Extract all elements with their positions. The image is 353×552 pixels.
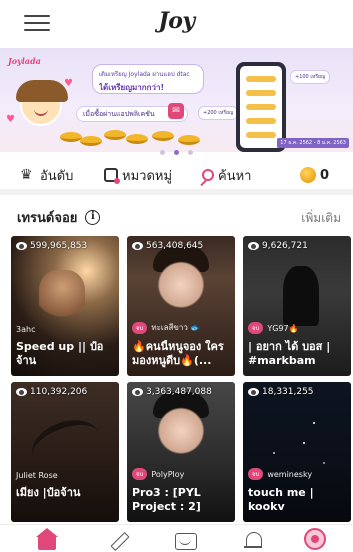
app-logo: Joy xyxy=(158,8,195,34)
coin-count: 0 xyxy=(320,167,330,183)
story-title: touch me | kookv xyxy=(248,486,314,513)
author-name: จบ ทะเลสีขาว 🐟 xyxy=(132,321,200,334)
story-card[interactable]: 9,626,721 จบ YG97🔥 | อยาก ได้ บอส | #mark… xyxy=(243,236,351,376)
cover-image xyxy=(303,442,305,444)
home-icon[interactable] xyxy=(36,528,60,550)
mascot-image xyxy=(16,80,68,126)
author-name: 3ahc xyxy=(16,325,36,334)
author-name: จบ YG97🔥 xyxy=(248,322,299,334)
coin-icon xyxy=(300,167,316,183)
cover-image xyxy=(25,411,107,479)
profile-icon[interactable] xyxy=(304,528,326,550)
eye-icon xyxy=(132,242,143,250)
eye-icon xyxy=(16,242,27,250)
heart-icon: ♥ xyxy=(64,78,73,89)
view-count: 3,363,487,088 xyxy=(132,387,212,397)
info-icon[interactable]: i xyxy=(85,210,101,225)
coin-balance[interactable]: 0 xyxy=(300,164,329,186)
story-title: Pro3 : [PYL Project : 2] Frau... xyxy=(132,486,201,516)
story-title: Speed up || ป๋อ จ้าน xyxy=(16,340,104,367)
eye-icon xyxy=(248,242,259,250)
heart-icon: ♥ xyxy=(6,114,15,125)
cover-image xyxy=(283,266,319,326)
category-label: หมวดหมู่ xyxy=(122,168,173,184)
app-header: Joy xyxy=(0,0,353,44)
trophy-icon: ♛ xyxy=(20,167,33,183)
category-icon xyxy=(104,168,120,184)
story-card[interactable]: 3,363,487,088 จบ PolyPloy Pro3 : [PYL Pro… xyxy=(127,382,235,522)
completed-tag: จบ xyxy=(248,468,264,480)
eye-icon xyxy=(248,388,259,396)
banner-line1: เติมเหรียญ Joylada ผ่านแอป dtac xyxy=(99,71,190,78)
search-button[interactable]: ค้นหา xyxy=(202,164,251,186)
banner-badge-200: +200 เหรียญ xyxy=(198,106,239,120)
author-name: จบ weminesky xyxy=(248,468,312,480)
eye-icon xyxy=(16,388,27,396)
search-icon xyxy=(202,169,214,181)
banner-brand: Joylada xyxy=(8,56,41,66)
view-count: 18,331,255 xyxy=(248,387,314,397)
banner-bubble: เติมเหรียญ Joylada ผ่านแอป dtac ได้เหรีย… xyxy=(92,64,204,94)
story-card[interactable]: 563,408,645 จบ ทะเลสีขาว 🐟 🔥คนนี้หนูจอง ใ… xyxy=(127,236,235,376)
story-card[interactable]: 110,392,206 Juliet Rose เมียง |ป๋อจ้าน xyxy=(11,382,119,522)
promo-banner[interactable]: Joylada ♥ ♥ เติมเหรียญ Joylada ผ่านแอป d… xyxy=(0,48,353,152)
view-count: 110,392,206 xyxy=(16,387,87,397)
cover-image xyxy=(157,400,205,456)
completed-tag: จบ xyxy=(248,322,264,334)
view-count: 599,965,853 xyxy=(16,241,87,251)
inbox-icon[interactable] xyxy=(174,530,198,550)
bottom-nav xyxy=(0,524,353,552)
cover-image xyxy=(157,254,205,310)
author-name: จบ PolyPloy xyxy=(132,468,184,480)
search-label: ค้นหา xyxy=(218,168,252,184)
category-button[interactable]: หมวดหมู่ xyxy=(104,164,172,186)
completed-tag: จบ xyxy=(132,468,148,480)
bell-icon[interactable] xyxy=(242,530,266,550)
trending-title-wrap: เทรนด์จอย i xyxy=(17,207,101,228)
cover-image xyxy=(39,270,85,320)
banner-badge-100: +100 เหรียญ xyxy=(290,70,331,84)
story-card[interactable]: 18,331,255 จบ weminesky touch me | kookv xyxy=(243,382,351,522)
story-title: | อยาก ได้ บอส | #markbam xyxy=(248,340,331,367)
trending-title: เทรนด์จอย xyxy=(17,211,78,226)
view-count: 563,408,645 xyxy=(132,241,203,251)
completed-tag: จบ xyxy=(132,321,148,334)
story-title: เมียง |ป๋อจ้าน xyxy=(16,486,81,499)
trending-header: เทรนด์จอย i เพิ่มเติม xyxy=(0,201,353,231)
trending-grid: 599,965,853 3ahc Speed up || ป๋อ จ้าน 56… xyxy=(11,236,351,524)
view-count: 9,626,721 xyxy=(248,241,308,251)
banner-line2: ได้เหรียญมากกว่า! xyxy=(99,83,165,92)
eye-icon xyxy=(132,388,143,396)
quick-nav: ♛ อันดับ หมวดหมู่ ค้นหา 0 xyxy=(0,155,353,195)
ranking-label: อันดับ xyxy=(40,168,74,184)
author-name: Juliet Rose xyxy=(16,471,58,480)
story-title: 🔥คนนี้หนูจอง ใครมองหนูดีบ🔥(... xyxy=(132,340,224,367)
pencil-icon[interactable] xyxy=(106,530,130,550)
story-card[interactable]: 599,965,853 3ahc Speed up || ป๋อ จ้าน xyxy=(11,236,119,376)
see-more-link[interactable]: เพิ่มเติม xyxy=(301,209,341,228)
ranking-button[interactable]: ♛ อันดับ xyxy=(20,164,73,186)
chat-icon: ✉ xyxy=(168,103,184,119)
